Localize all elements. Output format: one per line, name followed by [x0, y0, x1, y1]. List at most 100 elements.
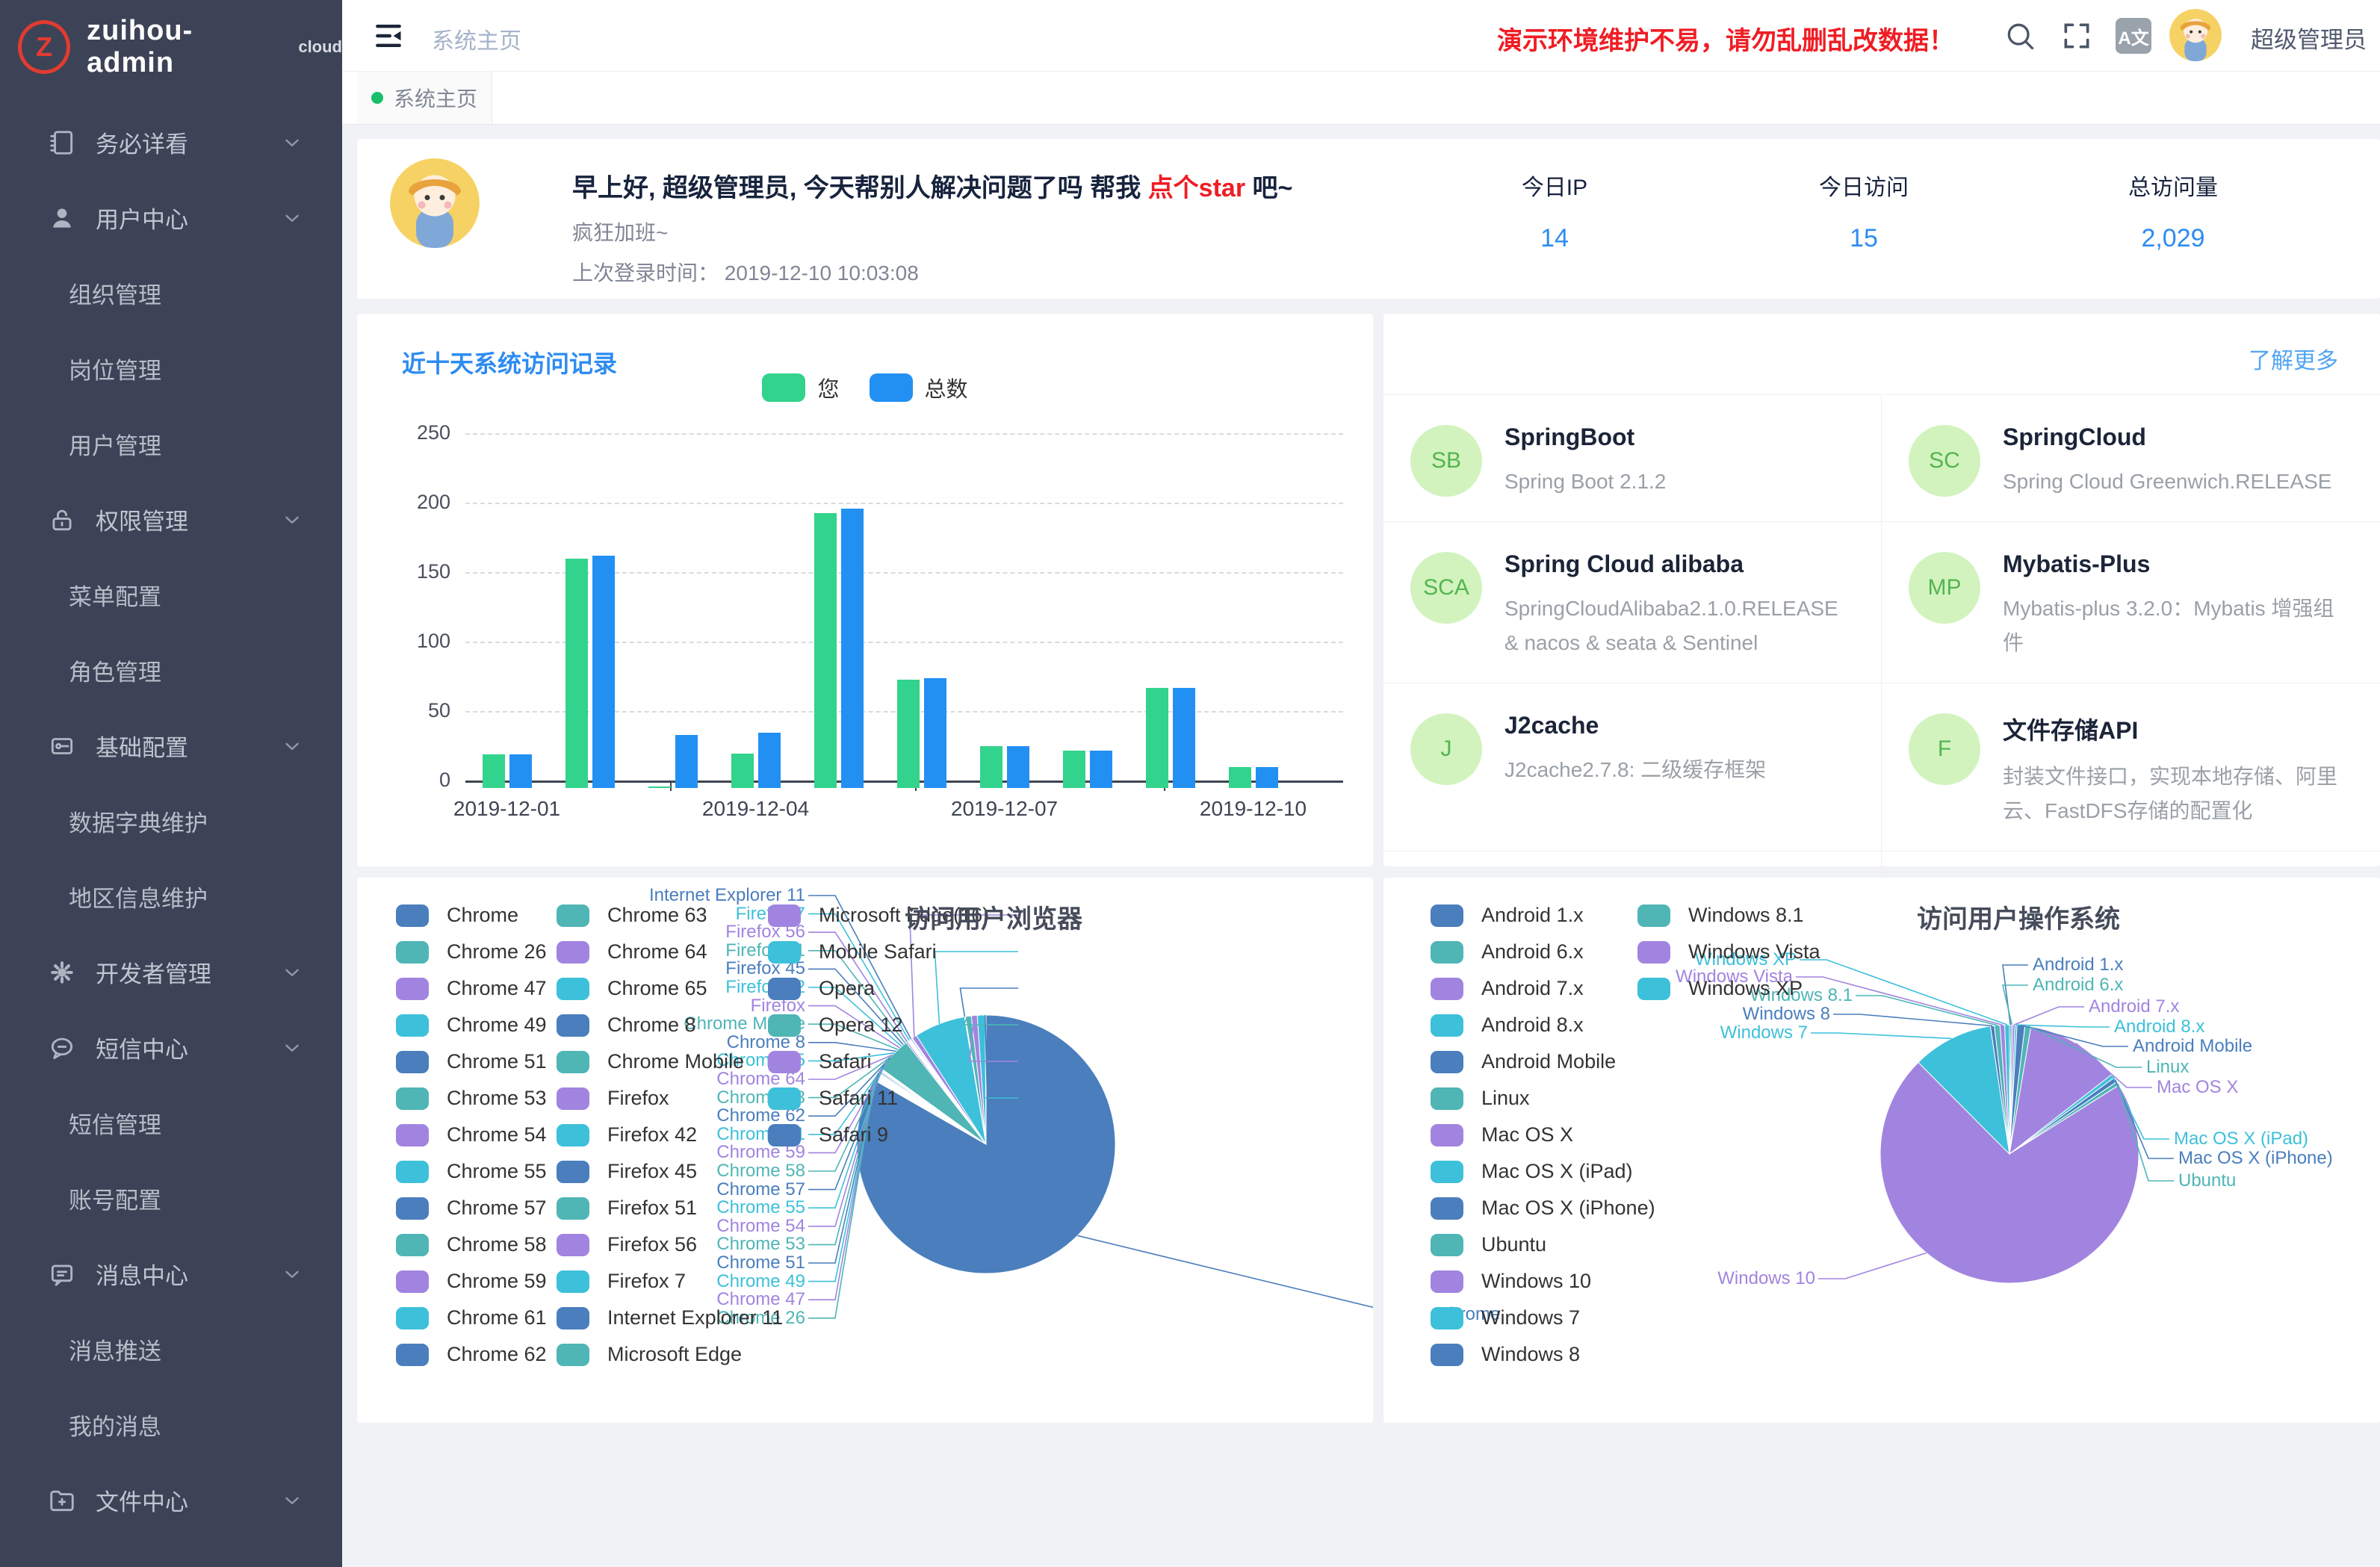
- sidebar-item-我的消息[interactable]: 我的消息: [0, 1387, 342, 1462]
- bar-总数-2019-12-10[interactable]: [1256, 767, 1278, 788]
- sidebar-item-账号配置[interactable]: 账号配置: [0, 1161, 342, 1236]
- legend-item-Safari 9[interactable]: Safari 9: [768, 1123, 888, 1146]
- legend-item-Mac OS X (iPad)[interactable]: Mac OS X (iPad): [1431, 1160, 1633, 1183]
- legend-item-Chrome 8[interactable]: Chrome 8: [557, 1014, 696, 1037]
- bar-总数-2019-12-08[interactable]: [1090, 751, 1112, 788]
- sidebar-item-数据字典维护[interactable]: 数据字典维护: [0, 784, 342, 859]
- legend-item-Safari[interactable]: Safari: [768, 1050, 872, 1073]
- legend-item-Opera 12[interactable]: Opera 12: [768, 1014, 903, 1037]
- legend-item-Chrome 58[interactable]: Chrome 58: [396, 1233, 547, 1256]
- legend-item-Android Mobile[interactable]: Android Mobile: [1431, 1050, 1616, 1073]
- sidebar-item-用户中心[interactable]: 用户中心: [0, 180, 342, 255]
- legend-item-Firefox 7[interactable]: Firefox 7: [557, 1270, 686, 1293]
- legend-item-Chrome 53[interactable]: Chrome 53: [396, 1087, 547, 1110]
- legend-item-Chrome 64[interactable]: Chrome 64: [557, 940, 707, 964]
- user-avatar[interactable]: [2169, 9, 2222, 61]
- breadcrumb[interactable]: 系统主页: [432, 22, 521, 55]
- legend-item-Windows 10[interactable]: Windows 10: [1431, 1270, 1591, 1293]
- sidebar-item-菜单配置[interactable]: 菜单配置: [0, 557, 342, 633]
- bar-您-2019-12-03[interactable]: [648, 786, 671, 788]
- learn-more-link[interactable]: 了解更多: [2249, 342, 2338, 375]
- bar-总数-2019-12-02[interactable]: [592, 556, 615, 788]
- bar-您-2019-12-05[interactable]: [814, 513, 837, 788]
- legend-item-Firefox 51[interactable]: Firefox 51: [557, 1197, 697, 1220]
- legend-item-Android 7.x[interactable]: Android 7.x: [1431, 977, 1584, 1000]
- legend-item-Ubuntu[interactable]: Ubuntu: [1431, 1233, 1546, 1256]
- sidebar-item-短信管理[interactable]: 短信管理: [0, 1085, 342, 1161]
- tab-system-home[interactable]: 系统主页: [357, 72, 492, 124]
- legend-item-Windows XP[interactable]: Windows XP: [1637, 977, 1803, 1000]
- legend-item-Firefox 45[interactable]: Firefox 45: [557, 1160, 697, 1183]
- legend-item-Chrome 49[interactable]: Chrome 49: [396, 1014, 547, 1037]
- legend-item-Linux[interactable]: Linux: [1431, 1087, 1530, 1110]
- legend-item-Chrome 61[interactable]: Chrome 61: [396, 1306, 547, 1329]
- legend-item-Microsoft Edge[interactable]: Microsoft Edge: [557, 1343, 742, 1366]
- legend-item-Chrome 57[interactable]: Chrome 57: [396, 1197, 547, 1220]
- sidebar-item-基础配置[interactable]: 基础配置: [0, 708, 342, 784]
- legend-item-Chrome 62[interactable]: Chrome 62: [396, 1343, 547, 1366]
- app-logo[interactable]: Z zuihou-admin cloud: [0, 0, 342, 91]
- bar-您-2019-12-02[interactable]: [565, 559, 588, 788]
- sidebar-item-消息中心[interactable]: 消息中心: [0, 1236, 342, 1312]
- bar-您-2019-12-06[interactable]: [897, 680, 920, 788]
- legend-item-Firefox 56[interactable]: Firefox 56: [557, 1233, 697, 1256]
- legend-item-Windows 8[interactable]: Windows 8: [1431, 1343, 1580, 1366]
- sidebar-item-地区信息维护[interactable]: 地区信息维护: [0, 859, 342, 934]
- bar-您-2019-12-08[interactable]: [1063, 751, 1085, 788]
- sidebar-item-短信中心[interactable]: 短信中心: [0, 1010, 342, 1085]
- bar-总数-2019-12-05[interactable]: [841, 509, 864, 788]
- legend-item-Windows 8.1[interactable]: Windows 8.1: [1637, 904, 1804, 927]
- legend-item-Android 8.x[interactable]: Android 8.x: [1431, 1014, 1584, 1037]
- bar-您-2019-12-01[interactable]: [483, 754, 505, 788]
- bar-您-2019-12-10[interactable]: [1229, 767, 1251, 788]
- legend-item-Mac OS X[interactable]: Mac OS X: [1431, 1123, 1573, 1146]
- legend-item-Mac OS X (iPhone)[interactable]: Mac OS X (iPhone): [1431, 1197, 1655, 1220]
- sidebar-item-务必详看[interactable]: 务必详看: [0, 105, 342, 180]
- sidebar-collapse-icon[interactable]: [372, 19, 405, 52]
- legend-item-Chrome 47[interactable]: Chrome 47: [396, 977, 547, 1000]
- bar-总数-2019-12-01[interactable]: [509, 754, 532, 788]
- sidebar-item-权限管理[interactable]: 权限管理: [0, 482, 342, 557]
- sidebar-item-用户管理[interactable]: 用户管理: [0, 406, 342, 482]
- legend-item-Chrome 55[interactable]: Chrome 55: [396, 1160, 547, 1183]
- star-link[interactable]: 点个star: [1148, 174, 1245, 202]
- legend-item-Opera[interactable]: Opera: [768, 977, 875, 1000]
- legend-item-Chrome 51[interactable]: Chrome 51: [396, 1050, 547, 1073]
- legend-item-Chrome 65[interactable]: Chrome 65: [557, 977, 707, 1000]
- sidebar-item-组织管理[interactable]: 组织管理: [0, 255, 342, 331]
- legend-item-Chrome[interactable]: Chrome: [396, 904, 518, 927]
- tech-card-SpringCloud[interactable]: SCSpringCloudSpring Cloud Greenwich.RELE…: [1882, 395, 2380, 522]
- legend-item-Android 1.x[interactable]: Android 1.x: [1431, 904, 1584, 927]
- sidebar-item-岗位管理[interactable]: 岗位管理: [0, 331, 342, 406]
- bar-总数-2019-12-07[interactable]: [1007, 746, 1029, 788]
- tech-card-SpringBoot[interactable]: SBSpringBootSpring Boot 2.1.2: [1383, 395, 1882, 522]
- sidebar-item-文件中心[interactable]: 文件中心: [0, 1462, 342, 1538]
- bar-总数-2019-12-04[interactable]: [758, 733, 781, 788]
- legend-item-Windows Vista[interactable]: Windows Vista: [1637, 940, 1820, 964]
- sidebar-item-开发者管理[interactable]: 开发者管理: [0, 934, 342, 1010]
- legend-item-Chrome 26[interactable]: Chrome 26: [396, 940, 547, 964]
- legend-item-Windows 7[interactable]: Windows 7: [1431, 1306, 1580, 1329]
- tech-card-Mybatis-Plus[interactable]: MPMybatis-PlusMybatis-plus 3.2.0：Mybatis…: [1882, 522, 2380, 683]
- bar-您-2019-12-07[interactable]: [980, 746, 1002, 788]
- sidebar-item-角色管理[interactable]: 角色管理: [0, 633, 342, 708]
- legend-item-Mobile Safari[interactable]: Mobile Safari: [768, 940, 937, 964]
- fullscreen-icon[interactable]: [2060, 19, 2093, 52]
- tech-card-文件存储API[interactable]: F文件存储API封装文件接口，实现本地存储、阿里云、FastDFS存储的配置化: [1882, 683, 2380, 851]
- legend-item-Internet Explorer 11[interactable]: Internet Explorer 11: [557, 1306, 783, 1329]
- bar-您-2019-12-09[interactable]: [1146, 688, 1168, 788]
- search-icon[interactable]: [2004, 19, 2036, 52]
- bar-您-2019-12-04[interactable]: [731, 754, 754, 789]
- legend-item-Chrome 63[interactable]: Chrome 63: [557, 904, 707, 927]
- legend-item-Firefox[interactable]: Firefox: [557, 1087, 669, 1110]
- bar-总数-2019-12-03[interactable]: [675, 735, 698, 788]
- sidebar-item-消息推送[interactable]: 消息推送: [0, 1312, 342, 1387]
- legend-item-Android 6.x[interactable]: Android 6.x: [1431, 940, 1584, 964]
- username[interactable]: 超级管理员: [2251, 21, 2367, 55]
- legend-item-Chrome 59[interactable]: Chrome 59: [396, 1270, 547, 1293]
- legend-item-Chrome Mobile[interactable]: Chrome Mobile: [557, 1050, 744, 1073]
- legend-item-Safari 11[interactable]: Safari 11: [768, 1087, 898, 1110]
- bar-chart-plot[interactable]: 2502001501005002019-12-012019-12-042019-…: [357, 314, 1373, 866]
- tech-card-Spring Cloud alibaba[interactable]: SCASpring Cloud alibabaSpringCloudAlibab…: [1383, 522, 1882, 683]
- legend-item-Firefox 42[interactable]: Firefox 42: [557, 1123, 697, 1146]
